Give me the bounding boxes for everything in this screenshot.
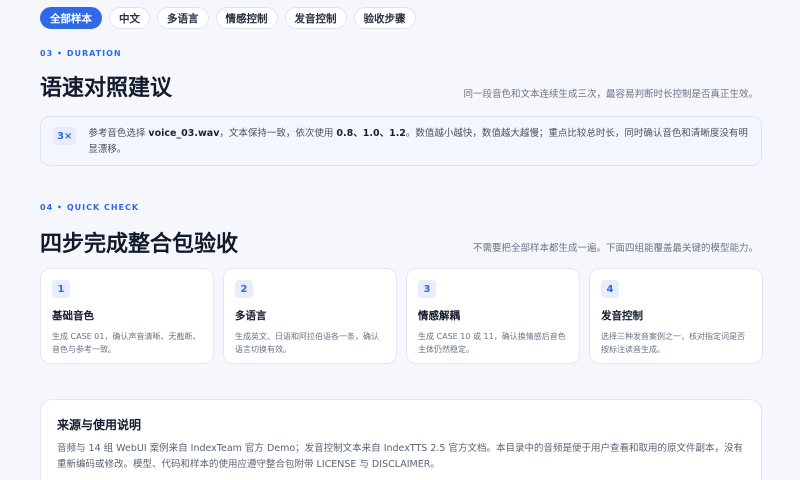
step-title: 多语言	[235, 310, 267, 322]
source-usage-panel: 来源与使用说明 音频与 14 组 WebUI 案例来自 IndexTeam 官方…	[40, 399, 762, 480]
quick-check-eyebrow: 04 • QUICK CHECK	[40, 203, 140, 212]
duration-note: 同一段音色和文本连续生成三次，最容易判断时长控制是否真正生效。	[463, 89, 758, 100]
step-number: 2	[235, 280, 253, 298]
source-text: 音频与 14 组 WebUI 案例来自 IndexTeam 官方 Demo；发音…	[57, 443, 743, 470]
step-card: 1 基础音色 生成 CASE 01，确认声音清晰、无截断、音色与参考一致。	[40, 268, 214, 364]
step-description: 生成 CASE 10 或 11，确认换情感后音色主体仍然稳定。	[418, 332, 566, 354]
quick-check-title: 四步完成整合包验收	[40, 232, 239, 257]
speed-tip-text: 参考音色选择 voice_03.wav，文本保持一致，依次使用 0.8、1.0、…	[88, 128, 748, 155]
step-title: 情感解耦	[418, 310, 460, 322]
voice-file-name: voice_03.wav	[148, 128, 220, 139]
speed-values: 0.8、1.0、1.2	[336, 128, 406, 139]
tab-chinese[interactable]: 中文	[109, 7, 150, 29]
speed-tip-box: 3× 参考音色选择 voice_03.wav，文本保持一致，依次使用 0.8、1…	[40, 116, 762, 166]
speed-multiplier-badge: 3×	[53, 127, 77, 145]
step-card: 2 多语言 生成英文、日语和阿拉伯语各一条，确认语言切换有效。	[223, 268, 397, 364]
duration-eyebrow: 03 • DURATION	[40, 49, 122, 58]
step-title: 发音控制	[601, 310, 643, 322]
step-title: 基础音色	[52, 310, 94, 322]
step-cards: 1 基础音色 生成 CASE 01，确认声音清晰、无截断、音色与参考一致。 2 …	[40, 268, 763, 364]
duration-title: 语速对照建议	[40, 76, 173, 101]
tab-pronunciation-control[interactable]: 发音控制	[284, 7, 347, 29]
tab-acceptance-steps[interactable]: 验收步骤	[353, 7, 416, 29]
step-number: 4	[601, 280, 619, 298]
step-card: 4 发音控制 选择三种发音案例之一，核对指定词是否按标注读音生成。	[589, 268, 763, 364]
step-description: 生成 CASE 01，确认声音清晰、无截断、音色与参考一致。	[52, 332, 201, 354]
tab-multilingual[interactable]: 多语言	[157, 7, 209, 29]
category-tabs: 全部样本 中文 多语言 情感控制 发音控制 验收步骤	[40, 7, 416, 29]
tab-emotion-control[interactable]: 情感控制	[215, 7, 278, 29]
step-card: 3 情感解耦 生成 CASE 10 或 11，确认换情感后音色主体仍然稳定。	[406, 268, 580, 364]
step-number: 3	[418, 280, 436, 298]
tab-all-samples[interactable]: 全部样本	[40, 7, 102, 29]
quick-check-note: 不需要把全部样本都生成一遍。下面四组能覆盖最关键的模型能力。	[472, 243, 758, 254]
step-number: 1	[52, 280, 70, 298]
step-description: 生成英文、日语和阿拉伯语各一条，确认语言切换有效。	[235, 332, 379, 354]
step-description: 选择三种发音案例之一，核对指定词是否按标注读音生成。	[601, 332, 745, 354]
source-title: 来源与使用说明	[57, 418, 142, 432]
